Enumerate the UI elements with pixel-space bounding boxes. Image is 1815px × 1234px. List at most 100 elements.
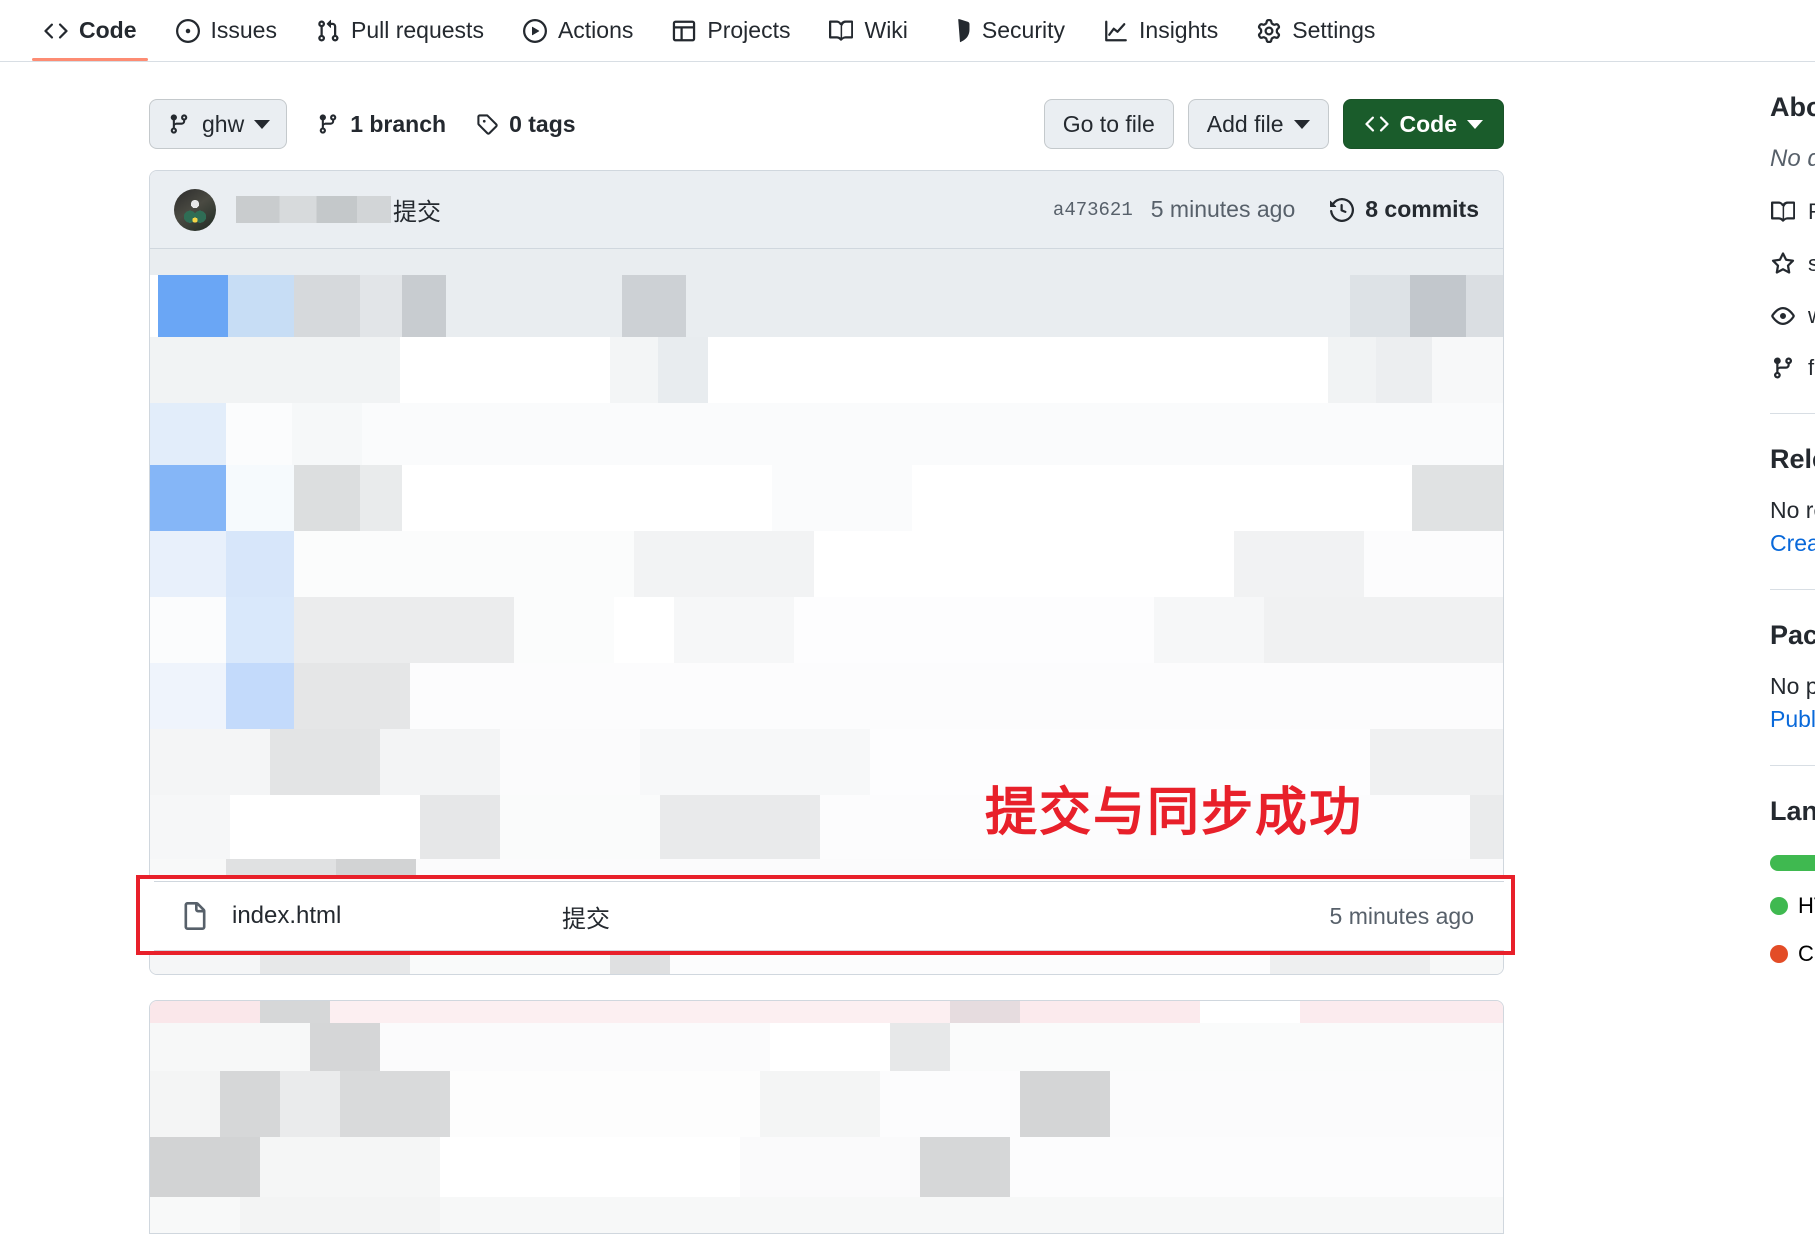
redaction-block xyxy=(1200,1001,1300,1023)
commit-sha[interactable]: a473621 xyxy=(1053,199,1133,221)
redaction-block xyxy=(1432,337,1503,403)
redaction-block xyxy=(610,337,658,403)
redaction-block xyxy=(1110,1071,1503,1137)
sidebar-releases-title: Releases xyxy=(1770,444,1815,474)
nav-tab-actions[interactable]: Actions xyxy=(503,0,652,61)
nav-tab-projects-label: Projects xyxy=(707,17,791,43)
redaction-block xyxy=(1410,275,1466,337)
redaction-block xyxy=(658,337,708,403)
commits-count-link[interactable]: 8 commits xyxy=(1329,196,1479,223)
redaction-block xyxy=(708,337,1328,403)
redaction-block xyxy=(260,1137,440,1197)
language-name: HTML xyxy=(1798,893,1815,918)
eye-icon xyxy=(1770,303,1796,329)
gear-icon xyxy=(1256,18,1282,44)
latest-commit-message[interactable]: 提交 xyxy=(393,192,441,227)
file-rows-redacted-region xyxy=(150,249,1503,974)
nav-tab-code[interactable]: Code xyxy=(24,0,156,61)
redaction-block xyxy=(1264,597,1503,663)
redaction-block xyxy=(1234,531,1364,597)
repo-nav: Code Issues Pull requests Actions Projec xyxy=(0,0,1815,62)
redaction-block xyxy=(150,249,1503,275)
nav-tab-insights[interactable]: Insights xyxy=(1084,0,1237,61)
redaction-block xyxy=(660,795,820,859)
language-color-dot-icon xyxy=(1770,897,1788,915)
language-item[interactable]: HTML xyxy=(1770,893,1815,919)
redaction-block xyxy=(1376,337,1432,403)
file-commit-time: 5 minutes ago xyxy=(1329,902,1474,929)
nav-tab-settings-label: Settings xyxy=(1292,17,1376,43)
redaction-block xyxy=(402,465,772,531)
tag-count-link[interactable]: 0 tags xyxy=(474,111,576,138)
nav-tab-pull-requests[interactable]: Pull requests xyxy=(296,0,503,61)
sidebar-publish-package-link[interactable]: Publish your first package xyxy=(1770,706,1815,733)
git-branch-icon xyxy=(1770,355,1796,381)
redaction-block xyxy=(226,403,292,465)
git-pull-request-icon xyxy=(315,18,341,44)
code-icon xyxy=(43,18,69,44)
add-file-button[interactable]: Add file xyxy=(1187,99,1329,149)
redaction-block xyxy=(292,403,362,465)
history-icon xyxy=(1329,197,1355,223)
go-to-file-button[interactable]: Go to file xyxy=(1043,99,1174,149)
code-download-button[interactable]: Code xyxy=(1342,99,1504,149)
chevron-down-icon xyxy=(1293,119,1310,129)
redaction-block xyxy=(950,1001,1020,1023)
github-repo-page: Code Issues Pull requests Actions Projec xyxy=(0,0,1815,1234)
redaction-block xyxy=(686,275,1350,337)
nav-tab-issues[interactable]: Issues xyxy=(156,0,296,61)
readme-preview-box xyxy=(149,1000,1504,1234)
book-icon xyxy=(828,18,854,44)
redaction-block xyxy=(410,663,1503,729)
redaction-block xyxy=(380,1023,770,1071)
nav-tab-wiki[interactable]: Wiki xyxy=(809,0,926,61)
branch-count-link[interactable]: 1 branch xyxy=(315,111,446,138)
go-to-file-label: Go to file xyxy=(1062,110,1155,137)
language-item[interactable]: CSS xyxy=(1770,941,1815,967)
redaction-block xyxy=(260,1001,330,1023)
redaction-block xyxy=(340,1071,450,1137)
table-icon xyxy=(671,18,697,44)
redaction-block xyxy=(634,531,814,597)
redaction-block xyxy=(1020,1071,1110,1137)
nav-tab-security[interactable]: Security xyxy=(927,0,1084,61)
redaction-block xyxy=(360,275,402,337)
redaction-block xyxy=(450,1071,760,1137)
redaction-block xyxy=(772,465,912,531)
redaction-block xyxy=(794,597,1154,663)
git-branch-icon xyxy=(166,111,192,137)
redaction-block xyxy=(294,531,634,597)
redaction-block xyxy=(880,1071,1020,1137)
play-icon xyxy=(522,18,548,44)
nav-tab-projects[interactable]: Projects xyxy=(652,0,809,61)
redaction-block xyxy=(380,729,500,795)
file-name-label[interactable]: index.html xyxy=(232,902,562,930)
code-button-label: Code xyxy=(1399,110,1458,137)
branch-selector-button[interactable]: ghw xyxy=(149,99,288,149)
redaction-block xyxy=(614,597,674,663)
redaction-block xyxy=(226,597,294,663)
file-row-index-html[interactable]: index.html 提交 5 minutes ago xyxy=(154,881,1504,951)
sidebar-stars-link[interactable]: stars xyxy=(1770,251,1815,277)
nav-tab-insights-label: Insights xyxy=(1139,17,1219,43)
chevron-down-icon xyxy=(1467,119,1483,129)
commit-time: 5 minutes ago xyxy=(1150,196,1296,222)
file-icon xyxy=(180,902,210,930)
star-icon xyxy=(1770,251,1796,277)
sidebar-forks-link[interactable]: forks xyxy=(1770,355,1815,381)
tag-icon xyxy=(474,111,500,137)
nav-tab-settings[interactable]: Settings xyxy=(1237,0,1394,61)
redaction-block xyxy=(1370,729,1503,795)
sidebar-create-release-link[interactable]: Create a new release xyxy=(1770,530,1815,557)
sidebar-readme-label: Readme xyxy=(1808,199,1815,225)
file-commit-message[interactable]: 提交 xyxy=(562,899,610,934)
redaction-block xyxy=(294,465,360,531)
sidebar-watching-link[interactable]: watching xyxy=(1770,303,1815,329)
redaction-block xyxy=(226,531,294,597)
sidebar-readme-link[interactable]: Readme xyxy=(1770,199,1815,225)
sidebar-no-description: No description xyxy=(1770,145,1815,172)
shield-icon xyxy=(946,18,972,44)
redaction-block xyxy=(674,597,794,663)
redaction-block xyxy=(500,729,640,795)
language-color-dot-icon xyxy=(1770,945,1788,963)
